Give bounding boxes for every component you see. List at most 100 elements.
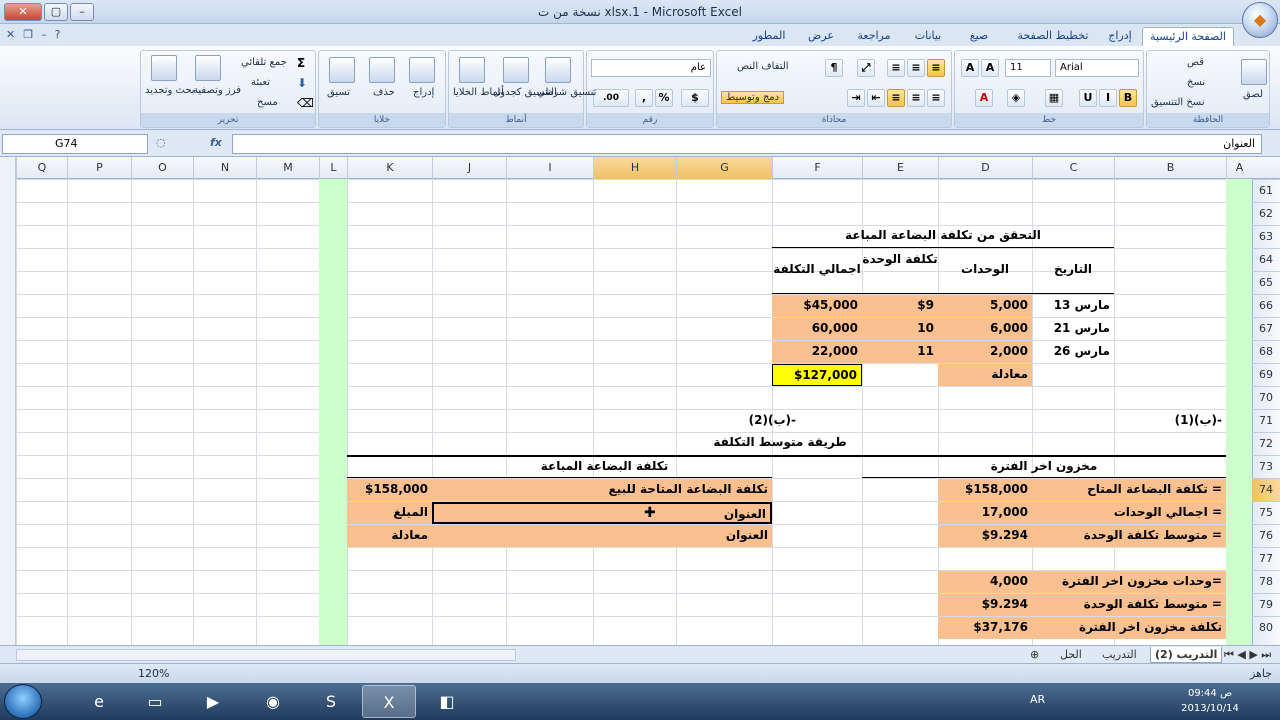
close-workbook-icon[interactable]: ✕	[6, 28, 15, 41]
cancel-icon[interactable]: ◌	[156, 136, 166, 149]
column-header-g[interactable]: G	[676, 157, 772, 179]
autosum-button[interactable]: جمع تلقائي	[241, 57, 287, 68]
row-header-75[interactable]: 75	[1252, 501, 1280, 524]
r74-left-value[interactable]: 17,000	[938, 502, 1032, 524]
excel-icon[interactable]: X	[362, 685, 416, 718]
format-cells-icon[interactable]	[329, 57, 355, 83]
find-select-icon[interactable]	[151, 55, 177, 81]
r75-left-value[interactable]: $9.294	[938, 525, 1032, 547]
tab-page-layout[interactable]: تخطيط الصفحة	[1010, 27, 1096, 46]
tab-review[interactable]: مراجعة	[846, 27, 902, 46]
end-inventory-title[interactable]: مخزون اخر الفترة	[862, 456, 1226, 477]
column-header-k[interactable]: K	[347, 157, 432, 179]
delete-cells-button[interactable]: حذف	[373, 87, 395, 98]
tab-formulas[interactable]: صيغ	[956, 27, 1002, 46]
verify-title[interactable]: التحقق من تكلفة البضاعة المباعة	[772, 225, 1114, 248]
r67-unit-cost[interactable]: 11	[862, 341, 938, 363]
r67-units[interactable]: 2,000	[938, 341, 1032, 363]
cells-area[interactable]: التحقق من تكلفة البضاعة المباعة التاريخ …	[0, 179, 1252, 645]
column-header-n[interactable]: N	[193, 157, 256, 179]
cut-button[interactable]: قص	[1187, 57, 1204, 68]
r77-label[interactable]: =وحدات مخزون اخر الفترة	[1032, 571, 1226, 593]
worksheet-grid[interactable]: ABCDEFGHIJKLMNOPQ 61 62 63 64 65 66 67 68 69 70 71…	[0, 157, 1280, 645]
header-date[interactable]: التاريخ	[1032, 259, 1114, 280]
r75-right-value[interactable]: معادلة	[347, 525, 432, 547]
r66-units[interactable]: 6,000	[938, 318, 1032, 340]
column-header-m[interactable]: M	[256, 157, 319, 179]
r78-value[interactable]: $9.294	[938, 594, 1032, 616]
row-header-69[interactable]: 69	[1252, 363, 1280, 386]
increase-indent-button[interactable]: ⇥	[847, 89, 865, 107]
r79-label[interactable]: تكلفة مخزون اخر الفترة	[1032, 617, 1226, 639]
ie-icon[interactable]: e	[72, 685, 126, 718]
r66-total[interactable]: 60,000	[772, 318, 862, 340]
r73-right-value[interactable]: $158,000	[347, 479, 432, 501]
delete-cells-icon[interactable]	[369, 57, 395, 83]
percent-button[interactable]: %	[655, 89, 673, 107]
column-header-b[interactable]: B	[1114, 157, 1226, 179]
font-color-button[interactable]: A	[975, 89, 993, 107]
orientation-button[interactable]: ⤢	[857, 59, 875, 77]
column-header-e[interactable]: E	[862, 157, 938, 179]
method-title[interactable]: طريقة متوسط التكلفة	[680, 432, 880, 453]
sheet-tab-training-2[interactable]: التدريب (2)	[1150, 647, 1223, 663]
r74-right-value[interactable]: المبلغ	[347, 502, 432, 524]
start-button[interactable]	[4, 684, 42, 719]
firefox-icon[interactable]: ◉	[246, 685, 300, 718]
r75-right-label[interactable]: العنوان	[432, 525, 772, 547]
tab-insert[interactable]: إدراج	[1100, 27, 1140, 46]
r65-unit-cost[interactable]: $9	[862, 295, 938, 317]
decrease-indent-button[interactable]: ⇤	[867, 89, 885, 107]
help-icon[interactable]: ?	[55, 28, 61, 41]
formula-input[interactable]: العنوان	[232, 134, 1262, 154]
paste-icon[interactable]	[1241, 59, 1267, 85]
number-format-combo[interactable]: عام	[591, 59, 711, 77]
fill-button[interactable]: تعبئة	[251, 77, 270, 88]
format-cells-button[interactable]: تسيق	[327, 87, 350, 98]
folder-icon[interactable]: ▭	[128, 685, 182, 718]
cogs-title[interactable]: تكلفة البضاعة المباعة	[347, 456, 862, 477]
copy-button[interactable]: نسخ	[1187, 77, 1205, 88]
conditional-format-icon[interactable]	[545, 57, 571, 83]
minimize-workbook-icon[interactable]: –	[41, 28, 47, 41]
column-header-p[interactable]: P	[67, 157, 131, 179]
header-total-cost[interactable]: اجمالي التكلفة	[772, 259, 862, 280]
r73-left-value[interactable]: $158,000	[938, 479, 1032, 501]
column-header-j[interactable]: J	[432, 157, 506, 179]
currency-button[interactable]: $	[681, 89, 709, 107]
row-header-65[interactable]: 65	[1252, 271, 1280, 294]
part-2-label[interactable]: -(ب)(2)	[690, 410, 800, 431]
clock[interactable]: 09:44 ص 2013/10/14	[1180, 686, 1240, 716]
align-right-button[interactable]: ≡	[927, 89, 945, 107]
column-header-i[interactable]: I	[506, 157, 593, 179]
row-header-70[interactable]: 70	[1252, 386, 1280, 409]
tab-view[interactable]: عرض	[800, 27, 842, 46]
wrap-text-button[interactable]: التفاف النص	[737, 61, 789, 72]
r74-right-label-selected[interactable]: العنوان	[432, 502, 772, 524]
row-header-62[interactable]: 62	[1252, 202, 1280, 225]
r66-date[interactable]: مارس 21	[1032, 318, 1114, 340]
insert-cells-button[interactable]: إدراج	[413, 87, 434, 98]
clear-button[interactable]: مسح	[257, 97, 278, 108]
r66-unit-cost[interactable]: 10	[862, 318, 938, 340]
align-center-button[interactable]: ≡	[907, 89, 925, 107]
find-select-button[interactable]: بحث وتحديد	[145, 85, 195, 96]
r79-value[interactable]: $37,176	[938, 617, 1032, 639]
cell-styles-button[interactable]: أنماط الخلايا	[453, 87, 504, 98]
insert-cells-icon[interactable]	[409, 57, 435, 83]
part-1-label[interactable]: -(ب)(1)	[1114, 410, 1226, 431]
tab-developer[interactable]: المطور	[742, 27, 796, 46]
align-middle-button[interactable]: ≡	[907, 59, 925, 77]
row-header-74[interactable]: 74	[1252, 478, 1280, 501]
r65-date[interactable]: مارس 13	[1032, 295, 1114, 317]
skype-icon[interactable]: S	[304, 685, 358, 718]
shrink-font-button[interactable]: A	[961, 59, 979, 77]
header-units[interactable]: الوحدات	[938, 259, 1032, 280]
row-header-72[interactable]: 72	[1252, 432, 1280, 455]
column-header-d[interactable]: D	[938, 157, 1032, 179]
underline-button[interactable]: U	[1079, 89, 1097, 107]
column-header-q[interactable]: Q	[16, 157, 67, 179]
r75-left-label[interactable]: = متوسط تكلفة الوحدة	[1032, 525, 1226, 547]
horizontal-scrollbar[interactable]	[16, 649, 516, 661]
align-left-button[interactable]: ≡	[887, 89, 905, 107]
